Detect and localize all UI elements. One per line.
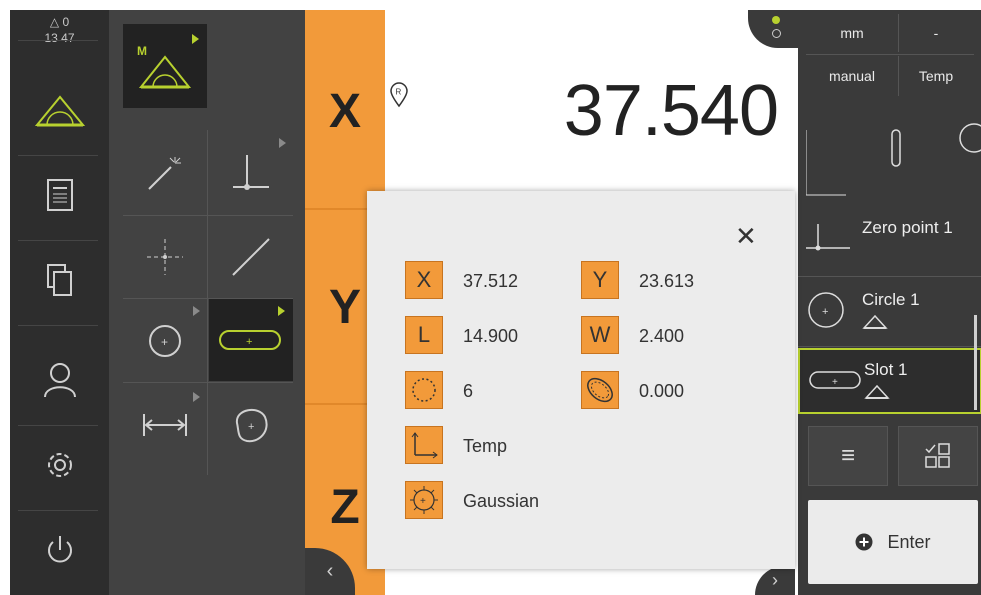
- svg-text:R: R: [396, 88, 402, 97]
- svg-text:+: +: [248, 421, 254, 433]
- circle-icon: +: [808, 292, 844, 328]
- slot-icon: +: [219, 330, 281, 350]
- feature-list-scrollbar[interactable]: [974, 315, 977, 410]
- close-button[interactable]: ✕: [735, 221, 757, 252]
- measure-report-button[interactable]: [10, 155, 109, 235]
- user-login-button[interactable]: [10, 340, 109, 420]
- width-icon: W: [581, 316, 619, 354]
- feature-list-menu-button[interactable]: ≡: [808, 426, 888, 486]
- feature-panel: mm - manual Temp Zero point 1 + Circle 1…: [798, 10, 981, 595]
- status-area: △ 0 13 47: [10, 14, 109, 46]
- circle-icon: +: [149, 325, 181, 357]
- gear-icon: [47, 453, 72, 477]
- manual-measure-icon: M: [137, 44, 192, 89]
- power-button[interactable]: [10, 510, 109, 590]
- power-icon: [47, 536, 72, 563]
- point-measure-tool[interactable]: [123, 216, 207, 298]
- distance-icon: [143, 414, 187, 436]
- resolution-toggle[interactable]: -: [898, 14, 974, 52]
- svg-text:+: +: [420, 496, 426, 507]
- magic-wand-icon: [148, 157, 181, 190]
- plus-circle-icon: [855, 533, 873, 551]
- svg-text:+: +: [822, 306, 828, 318]
- files-icon: [46, 264, 72, 296]
- feature-item-circle[interactable]: + Circle 1: [798, 278, 981, 347]
- point-icon: [147, 239, 183, 275]
- feature-details-popup: ✕ X 37.512 Y 23.613 L 14.900 W 2.400 6 0…: [367, 191, 795, 569]
- feature-label: Slot 1: [864, 360, 908, 379]
- feature-label: Zero point 1: [862, 218, 953, 237]
- length-icon: L: [405, 316, 443, 354]
- width-value: 2.400: [639, 326, 685, 346]
- y-icon: Y: [581, 261, 619, 299]
- zero-point-icon: [806, 224, 850, 251]
- freeform-tool[interactable]: +: [209, 384, 293, 466]
- settings-button[interactable]: [10, 425, 109, 505]
- form-error-icon: [581, 371, 619, 409]
- x-icon: X: [405, 261, 443, 299]
- measured-badge-icon: [864, 384, 890, 399]
- coordinate-system-toggle[interactable]: Temp: [898, 56, 974, 96]
- reference-marker-icon: R: [390, 82, 408, 108]
- y-value: 23.613: [639, 271, 695, 291]
- user-icon: [43, 363, 76, 398]
- fit-algorithm-value: Gaussian: [463, 491, 540, 511]
- enter-button[interactable]: Enter: [808, 500, 978, 584]
- report-icon: [46, 179, 73, 211]
- part-view-canvas: [805, 123, 981, 196]
- measure-tools-panel: M + + +: [109, 10, 305, 595]
- points-value: 6: [463, 381, 474, 401]
- axis-x-label: X: [328, 85, 361, 138]
- x-position-value: 37.540: [563, 71, 779, 151]
- length-value: 14.900: [463, 326, 519, 346]
- feature-label: Circle 1: [862, 290, 920, 309]
- clock: 13 47: [44, 31, 75, 45]
- svg-text:M: M: [137, 44, 147, 58]
- select-grid-icon: [925, 443, 950, 468]
- points-icon: [405, 371, 443, 409]
- measure-icon: [34, 95, 85, 127]
- feature-item-slot[interactable]: + Slot 1: [798, 348, 981, 414]
- measure-magic-tool[interactable]: [123, 132, 207, 214]
- chevron-left-icon: ‹: [326, 560, 334, 582]
- menu-icon: ≡: [840, 442, 855, 469]
- feature-selection-button[interactable]: [898, 426, 978, 486]
- coord-system-value: Temp: [463, 436, 508, 456]
- svg-text:+: +: [246, 336, 252, 348]
- mode-toggle[interactable]: manual: [806, 56, 899, 96]
- measured-badge-icon: [862, 314, 888, 329]
- fit-algorithm-icon: +: [405, 481, 443, 519]
- line-tool[interactable]: [209, 216, 293, 298]
- chevron-right-icon: ›: [772, 570, 778, 590]
- coordinate-point-icon: [233, 155, 269, 190]
- slot-icon: +: [809, 371, 861, 389]
- unit-toggle[interactable]: mm: [806, 14, 899, 52]
- warning-icon: △: [49, 15, 60, 29]
- coord-system-icon: [405, 426, 443, 464]
- measure-menu-button[interactable]: [10, 70, 109, 150]
- warnings-count: 0: [62, 15, 70, 29]
- part-view: [805, 100, 981, 198]
- file-management-button[interactable]: [10, 240, 109, 320]
- feature-item-zero-point[interactable]: Zero point 1: [798, 200, 981, 277]
- svg-text:+: +: [161, 335, 168, 349]
- freeform-icon: +: [235, 408, 268, 443]
- line-icon: [232, 238, 270, 276]
- status-active-icon: [772, 16, 780, 24]
- enter-label: Enter: [887, 531, 931, 552]
- form-error-value: 0.000: [639, 381, 685, 401]
- svg-text:+: +: [832, 377, 838, 388]
- status-inactive-icon: [772, 29, 781, 38]
- main-menu: △ 0 13 47: [10, 10, 109, 595]
- x-value: 37.512: [463, 271, 519, 291]
